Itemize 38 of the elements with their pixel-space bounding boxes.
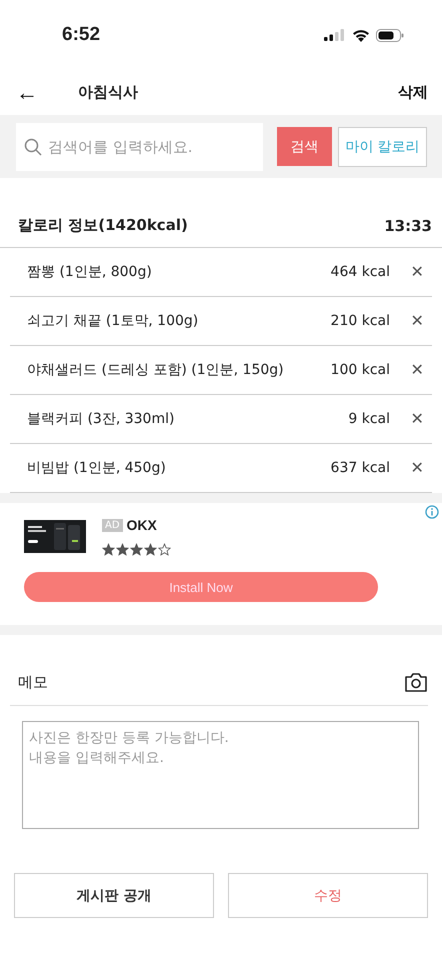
food-calories: 100 kcal xyxy=(330,362,390,378)
food-calories: 210 kcal xyxy=(330,313,390,329)
search-field[interactable]: 검색어를 입력하세요. xyxy=(16,122,263,170)
search-icon xyxy=(24,138,42,156)
delete-button[interactable]: 삭제 xyxy=(398,83,428,102)
remove-button[interactable]: ✕ xyxy=(402,262,432,282)
page-title: 아침식사 xyxy=(78,83,139,102)
section-title: 칼로리 정보(1420kcal) xyxy=(18,216,188,235)
food-calories: 9 kcal xyxy=(348,411,390,427)
signal-icon xyxy=(324,29,346,41)
memo-title: 메모 xyxy=(18,672,48,692)
remove-button[interactable]: ✕ xyxy=(402,458,432,478)
star-icon xyxy=(116,543,129,556)
star-icon xyxy=(144,543,157,556)
status-time: 6:52 xyxy=(62,24,100,46)
battery-icon xyxy=(376,28,404,42)
memo-field[interactable]: 사진은 한장만 등록 가능합니다. 내용을 입력해주세요. xyxy=(22,721,419,829)
star-icon xyxy=(130,543,143,556)
food-name: 블랙커피 (3잔, 330ml) xyxy=(27,410,176,428)
food-name: 쇠고기 채끝 (1토막, 100g) xyxy=(27,312,200,330)
food-name: 짬뽕 (1인분, 800g) xyxy=(27,263,153,281)
ad-badge: AD xyxy=(102,518,123,532)
star-icon xyxy=(102,543,115,556)
camera-icon[interactable] xyxy=(404,672,428,692)
remove-button[interactable]: ✕ xyxy=(402,409,432,429)
meal-time: 13:33 xyxy=(384,216,432,234)
info-icon[interactable] xyxy=(425,505,439,519)
food-calories: 464 kcal xyxy=(330,264,390,280)
star-icon xyxy=(158,543,171,556)
food-name: 야채샐러드 (드레싱 포함) (1인분, 150g) xyxy=(27,361,285,379)
remove-button[interactable]: ✕ xyxy=(402,360,432,380)
food-name: 비빔밥 (1인분, 450g) xyxy=(27,459,167,477)
remove-button[interactable]: ✕ xyxy=(402,311,432,331)
food-calories: 637 kcal xyxy=(330,460,390,476)
back-button[interactable]: ← xyxy=(10,80,44,106)
wifi-icon xyxy=(352,28,370,42)
advertiser-name: OKX xyxy=(126,517,157,533)
publish-button[interactable]: 게시판 공개 xyxy=(14,873,214,918)
